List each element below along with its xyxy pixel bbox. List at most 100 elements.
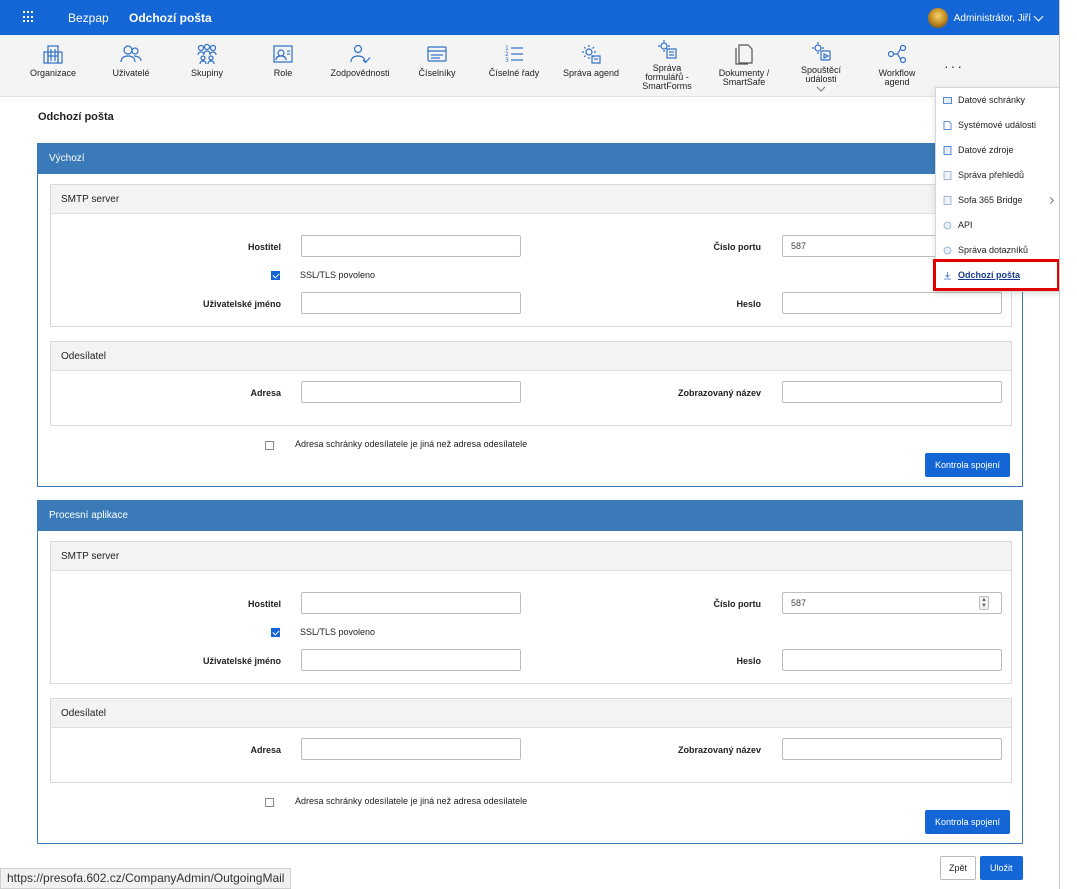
display-name-input[interactable]: [782, 381, 1002, 403]
port-spinner-icon[interactable]: ▲ ▼: [979, 596, 989, 610]
questionnaires-icon: [943, 246, 952, 255]
menu-item-label: Sofa 365 Bridge: [958, 195, 1023, 205]
display-name-label: Zobrazovaný název: [677, 745, 761, 755]
test-connection-button[interactable]: Kontrola spojení: [925, 810, 1011, 834]
number-series-icon: 123: [505, 45, 523, 64]
toolbar-item-dokumenty[interactable]: Dokumenty / SmartSafe: [714, 43, 774, 87]
host-input[interactable]: [301, 592, 521, 614]
menu-item-sprava-prehledu[interactable]: Správa přehledů: [936, 163, 1059, 188]
save-button[interactable]: Uložit: [980, 856, 1023, 880]
page-title: Odchozí pošta: [38, 111, 114, 123]
toolbar-item-label: Zodpovědnosti: [330, 68, 390, 78]
menu-item-datove-zdroje[interactable]: Datové zdroje: [936, 138, 1059, 163]
password-input[interactable]: [782, 649, 1002, 671]
toolbar-item-label: Uživatelé: [112, 68, 150, 78]
avatar: [927, 8, 948, 28]
toolbar-item-sprava-formularu[interactable]: Správa formulářů - SmartForms: [636, 38, 698, 91]
username-label: Uživatelské jméno: [202, 656, 281, 666]
address-input[interactable]: [301, 738, 521, 760]
toolbar-item-label: Workflow agend: [878, 68, 916, 87]
address-label: Adresa: [250, 388, 281, 398]
api-icon: [943, 221, 952, 230]
sender-section: Odesílatel Adresa Zobrazovaný název: [50, 341, 1012, 426]
toolbar-item-sprava-agend[interactable]: Správa agend: [560, 43, 622, 78]
panel-process-app: Procesní aplikace SMTP server Hostitel Č…: [37, 500, 1023, 844]
display-name-label: Zobrazovaný název: [677, 388, 761, 398]
toolbar-item-ciselne-rady[interactable]: 123 Číselné řady: [484, 43, 544, 78]
data-box-icon: [943, 97, 952, 104]
toolbar-item-skupiny[interactable]: Skupiny: [178, 43, 236, 78]
data-sources-icon: [943, 146, 952, 155]
panel-title: Procesní aplikace: [38, 501, 1022, 531]
status-bar-url: https://presofa.602.cz/CompanyAdmin/Outg…: [0, 868, 292, 889]
more-icon[interactable]: ···: [944, 58, 964, 74]
user-menu[interactable]: Administrátor, Jiří: [927, 8, 1044, 28]
trigger-events-icon: [812, 42, 831, 61]
ssl-checkbox[interactable]: [271, 628, 280, 637]
address-input[interactable]: [301, 381, 521, 403]
panel-title: Výchozí: [38, 144, 1022, 174]
chevron-down-icon: [1033, 11, 1044, 21]
toolbar-item-label: Dokumenty / SmartSafe: [718, 68, 770, 87]
responsibility-icon: [350, 44, 371, 64]
menu-item-label: Správa přehledů: [958, 170, 1025, 180]
port-input[interactable]: [782, 592, 1002, 614]
window-edge: [1061, 0, 1077, 889]
username-input[interactable]: [301, 649, 521, 671]
address-label: Adresa: [250, 745, 281, 755]
toolbar-item-organizace[interactable]: Organizace: [24, 43, 82, 78]
section-title: Odesílatel: [51, 699, 1011, 728]
password-input[interactable]: [782, 292, 1002, 314]
role-icon: [273, 45, 293, 63]
toolbar-item-spousteci-udalosti[interactable]: Spouštěcí události: [790, 40, 852, 92]
section-title: SMTP server: [51, 542, 1011, 571]
toolbar-item-role[interactable]: Role: [254, 43, 312, 78]
organization-icon: [43, 45, 63, 64]
toolbar-item-label: Skupiny: [190, 68, 224, 78]
host-label: Hostitel: [247, 242, 281, 252]
toolbar-item-zodpovednosti[interactable]: Zodpovědnosti: [326, 43, 394, 78]
toolbar-item-uzivatele[interactable]: Uživatelé: [102, 43, 160, 78]
active-item-highlight: [933, 259, 1059, 291]
groups-icon: [197, 43, 217, 65]
toolbar-item-workflow-agend[interactable]: Workflow agend: [868, 43, 926, 87]
different-mailbox-checkbox[interactable]: [265, 441, 274, 450]
overviews-icon: [943, 171, 952, 180]
different-mailbox-checkbox[interactable]: [265, 798, 274, 807]
host-input[interactable]: [301, 235, 521, 257]
password-label: Heslo: [736, 299, 761, 309]
admin-toolbar: Organizace Uživatelé Skupiny Role Zodpov…: [0, 35, 1059, 97]
port-label: Číslo portu: [713, 242, 762, 252]
menu-item-systemove-udalosti[interactable]: Systémové události: [936, 113, 1059, 138]
ssl-label: SSL/TLS povoleno: [300, 627, 376, 637]
menu-item-label: API: [958, 220, 973, 230]
smtp-server-section: SMTP server Hostitel Číslo portu SSL/TLS…: [50, 184, 1012, 327]
username-input[interactable]: [301, 292, 521, 314]
test-connection-button[interactable]: Kontrola spojení: [925, 453, 1011, 477]
menu-item-label: Datové zdroje: [958, 145, 1014, 155]
different-mailbox-label: Adresa schránky odesílatele je jiná než …: [295, 439, 528, 449]
agenda-gear-icon: [582, 45, 601, 64]
toolbar-item-ciselniky[interactable]: Číselníky: [408, 43, 466, 78]
toolbar-item-label: Číselné řady: [488, 68, 540, 78]
port-label: Číslo portu: [713, 599, 762, 609]
forms-gear-icon: [658, 40, 677, 59]
back-button[interactable]: Zpět: [940, 856, 977, 880]
menu-item-label: Systémové události: [958, 120, 1037, 130]
app-launcher-icon[interactable]: [23, 11, 35, 23]
menu-item-api[interactable]: API: [936, 213, 1059, 238]
menu-item-label: Správa dotazníků: [958, 245, 1029, 255]
ssl-checkbox[interactable]: [271, 271, 280, 280]
host-label: Hostitel: [247, 599, 281, 609]
menu-item-sofa-365-bridge[interactable]: Sofa 365 Bridge: [936, 188, 1059, 213]
top-bar: Bezpap Odchozí pošta Administrátor, Jiří: [0, 0, 1059, 35]
section-title: SMTP server: [51, 185, 1011, 214]
display-name-input[interactable]: [782, 738, 1002, 760]
menu-item-datove-schranky[interactable]: Datové schránky: [936, 88, 1059, 113]
menu-item-label: Datové schránky: [958, 95, 1026, 105]
chevron-down-icon: [816, 86, 826, 92]
panel-default: Výchozí SMTP server Hostitel Číslo portu…: [37, 143, 1023, 487]
toolbar-item-label: Spouštěcí události: [800, 65, 842, 84]
top-page-title: Odchozí pošta: [129, 11, 212, 25]
brand-link[interactable]: Bezpap: [68, 11, 109, 25]
